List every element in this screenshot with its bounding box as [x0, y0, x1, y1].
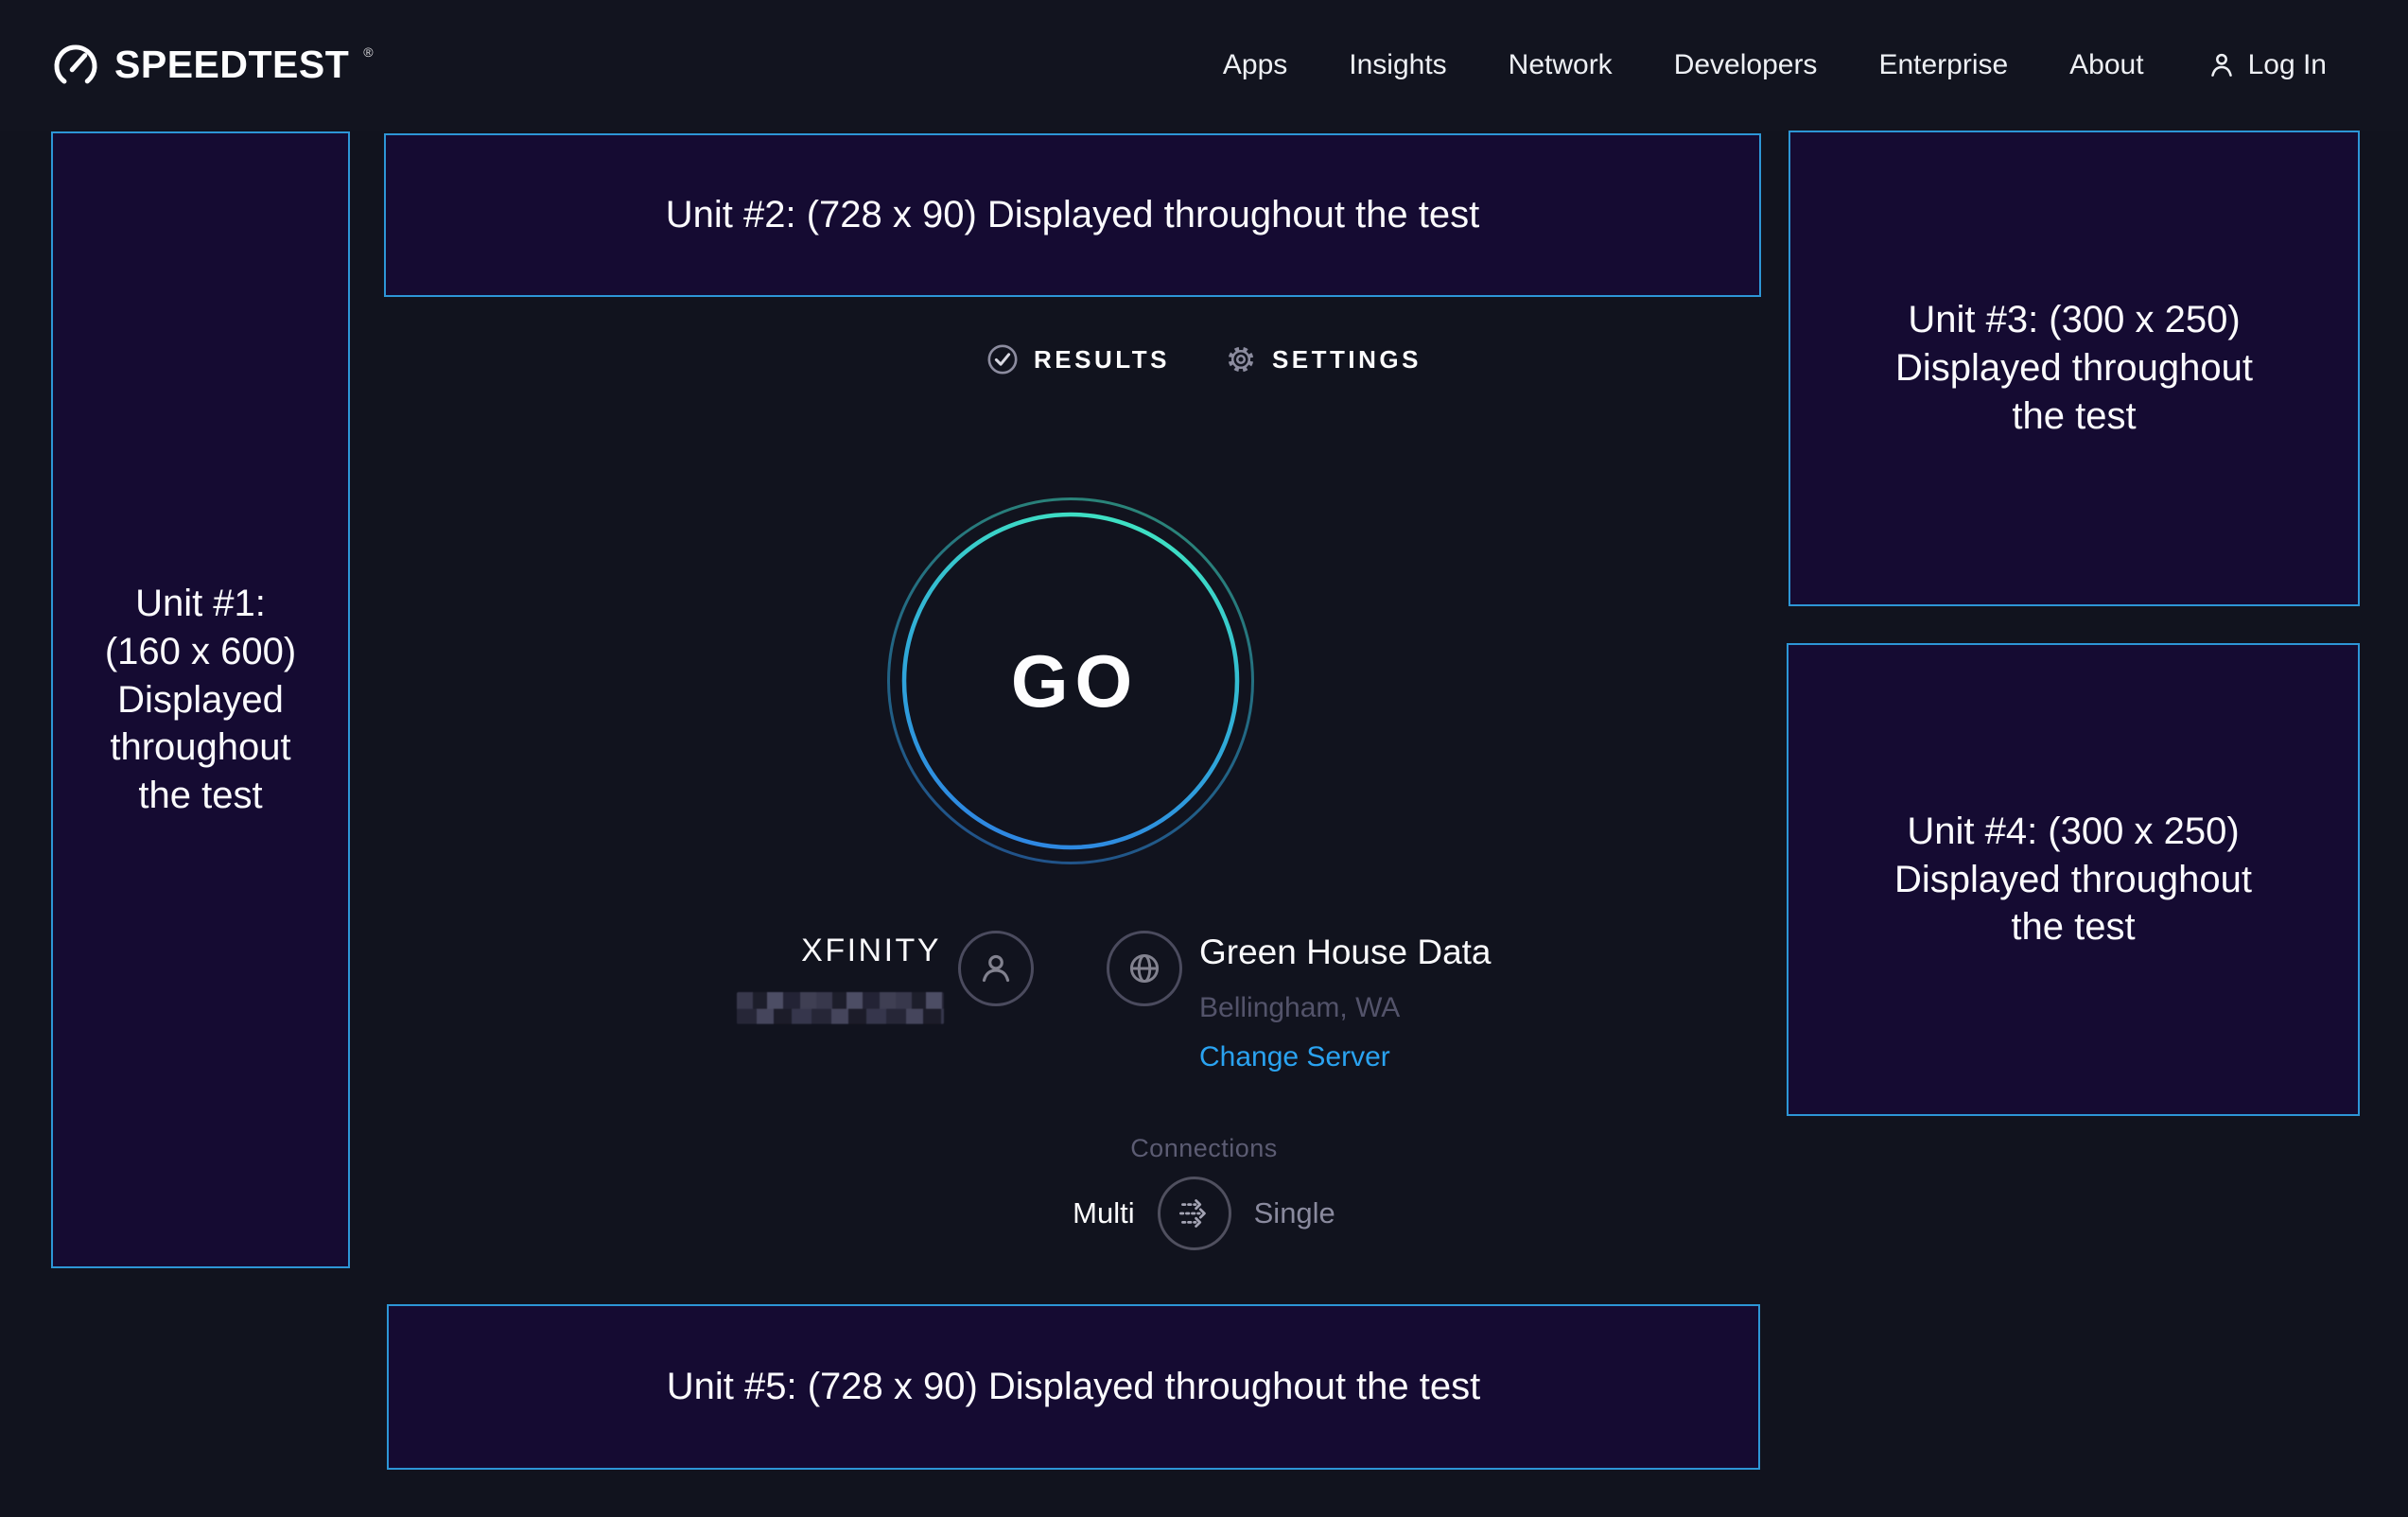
nav-item-developers[interactable]: Developers	[1674, 49, 1818, 81]
login-button[interactable]: Log In	[2206, 49, 2327, 81]
tab-results-label: RESULTS	[1034, 345, 1170, 375]
speedtest-logo[interactable]: SPEEDTEST ®	[51, 40, 374, 91]
speedtest-page: SPEEDTEST ® Apps Insights Network Develo…	[0, 0, 2408, 1517]
connections-toggle-row: Multi Single	[0, 1177, 2408, 1250]
go-button[interactable]: GO	[886, 497, 1255, 865]
server-location: Bellingham, WA	[1199, 990, 1400, 1026]
login-label: Log In	[2248, 49, 2327, 81]
view-tabs: RESULTS SETTINGS	[0, 343, 2408, 375]
nav-item-apps[interactable]: Apps	[1223, 49, 1287, 81]
change-server-link[interactable]: Change Server	[1199, 1039, 1390, 1075]
nav-item-about[interactable]: About	[2069, 49, 2143, 81]
server-avatar	[1107, 931, 1182, 1006]
user-icon	[974, 947, 1018, 990]
tab-results[interactable]: RESULTS	[986, 343, 1170, 375]
go-button-label: GO	[886, 497, 1255, 865]
connections-heading: Connections	[0, 1134, 2408, 1163]
ad-unit-2-text: Unit #2: (728 x 90) Displayed throughout…	[666, 191, 1480, 239]
tab-settings[interactable]: SETTINGS	[1225, 343, 1422, 375]
ad-unit-5-text: Unit #5: (728 x 90) Displayed throughout…	[667, 1363, 1481, 1411]
connections-option-single[interactable]: Single	[1254, 1196, 1335, 1230]
isp-name: XFINITY	[662, 931, 941, 970]
check-circle-icon	[986, 343, 1019, 375]
redacted-ip-address	[737, 992, 944, 1024]
connections-option-multi[interactable]: Multi	[1073, 1196, 1134, 1230]
globe-icon	[1123, 947, 1166, 990]
tab-settings-label: SETTINGS	[1272, 345, 1422, 375]
nav-item-network[interactable]: Network	[1509, 49, 1613, 81]
ad-unit-1[interactable]: Unit #1: (160 x 600) Displayed throughou…	[51, 131, 350, 1268]
nav-item-enterprise[interactable]: Enterprise	[1878, 49, 2008, 81]
server-name: Green House Data	[1199, 932, 1492, 973]
multi-connections-icon	[1173, 1192, 1216, 1235]
gear-icon	[1225, 343, 1257, 375]
ad-unit-5[interactable]: Unit #5: (728 x 90) Displayed throughout…	[387, 1304, 1760, 1470]
ad-unit-4-text: Unit #4: (300 x 250) Displayed throughou…	[1894, 808, 2252, 951]
isp-avatar	[958, 931, 1034, 1006]
ad-unit-2[interactable]: Unit #2: (728 x 90) Displayed throughout…	[384, 133, 1761, 297]
main-nav: Apps Insights Network Developers Enterpr…	[1223, 49, 2144, 81]
ad-unit-1-text: Unit #1: (160 x 600) Displayed throughou…	[105, 580, 296, 820]
logo-trademark: ®	[363, 45, 373, 59]
ad-unit-4[interactable]: Unit #4: (300 x 250) Displayed throughou…	[1787, 643, 2360, 1116]
person-icon	[2206, 49, 2238, 81]
top-nav-bar: SPEEDTEST ® Apps Insights Network Develo…	[0, 0, 2408, 131]
speedometer-icon	[51, 40, 100, 91]
connections-toggle-button[interactable]	[1158, 1177, 1231, 1250]
nav-item-insights[interactable]: Insights	[1349, 49, 1446, 81]
logo-text: SPEEDTEST	[114, 40, 349, 89]
